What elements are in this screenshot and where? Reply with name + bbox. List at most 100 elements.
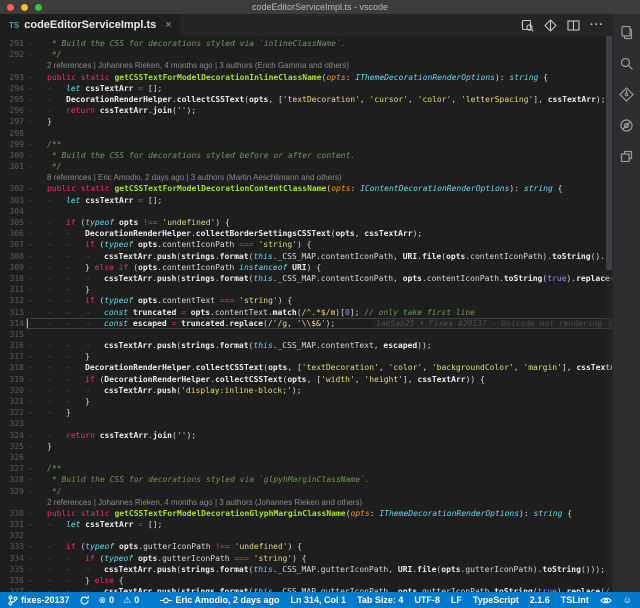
line-number[interactable]: 295 bbox=[0, 94, 24, 105]
line-number[interactable]: 303 bbox=[0, 195, 24, 206]
line-number[interactable]: 291 bbox=[0, 38, 24, 49]
code-line[interactable]: 308→→→→cssTextArr.push(strings.format(th… bbox=[0, 251, 612, 262]
line-number[interactable]: 334 bbox=[0, 553, 24, 564]
code-line[interactable]: 298 bbox=[0, 128, 612, 139]
line-number[interactable]: 316 bbox=[0, 340, 24, 351]
feedback-smiley[interactable]: ☺ bbox=[623, 595, 632, 605]
explorer-icon[interactable] bbox=[617, 22, 637, 42]
line-number[interactable] bbox=[0, 172, 24, 183]
line-number[interactable]: 322 bbox=[0, 407, 24, 418]
gitlens-blame-toggle[interactable] bbox=[600, 596, 612, 605]
tab-size-item[interactable]: Tab Size: 4 bbox=[357, 595, 403, 605]
code-line[interactable]: 305→→if (typeof opts !== 'undefined') { bbox=[0, 217, 612, 228]
eol-item[interactable]: LF bbox=[451, 595, 462, 605]
line-number[interactable]: 308 bbox=[0, 251, 24, 262]
close-window-button[interactable] bbox=[7, 4, 14, 11]
code-line[interactable]: 320→→→→cssTextArr.push('display:inline-b… bbox=[0, 385, 612, 396]
line-number[interactable] bbox=[0, 60, 24, 71]
split-editor-icon[interactable] bbox=[567, 19, 580, 32]
line-number[interactable]: 327 bbox=[0, 463, 24, 474]
code-line[interactable]: 303→→let cssTextArr = []; bbox=[0, 195, 612, 206]
debug-icon[interactable] bbox=[617, 115, 637, 135]
code-line[interactable]: 306→→→DecorationRenderHelper.collectBord… bbox=[0, 228, 612, 239]
line-number[interactable]: 331 bbox=[0, 519, 24, 530]
code-line[interactable]: 301→ */ bbox=[0, 161, 612, 172]
code-line[interactable]: 329→ */ bbox=[0, 486, 612, 497]
code-line[interactable]: 335→→→→cssTextArr.push(strings.format(th… bbox=[0, 564, 612, 575]
code-line[interactable]: 322→→} bbox=[0, 407, 612, 418]
codelens-row[interactable]: 2 references | Johannes Rieken, 4 months… bbox=[0, 60, 612, 71]
code-line[interactable]: 314→→→→const escaped = truncated.replace… bbox=[0, 318, 612, 329]
code-line[interactable]: 295→→DecorationRenderHelper.collectCSSTe… bbox=[0, 94, 612, 105]
language-item[interactable]: TypeScript bbox=[473, 595, 519, 605]
line-number[interactable]: 293 bbox=[0, 72, 24, 83]
code-line[interactable]: 326 bbox=[0, 452, 612, 463]
line-number[interactable]: 332 bbox=[0, 530, 24, 541]
codelens-text[interactable]: 2 references | Johannes Rieken, 4 months… bbox=[28, 60, 349, 71]
line-number[interactable]: 315 bbox=[0, 329, 24, 340]
code-line[interactable]: 299→/** bbox=[0, 139, 612, 150]
editor[interactable]: 291→ * Build the CSS for decorations sty… bbox=[0, 36, 612, 592]
code-line[interactable]: 330→public static getCSSTextForModelDeco… bbox=[0, 508, 612, 519]
open-preview-icon[interactable] bbox=[521, 19, 534, 32]
more-actions-icon[interactable]: ··· bbox=[590, 20, 604, 30]
line-number[interactable]: 296 bbox=[0, 105, 24, 116]
line-number[interactable]: 300 bbox=[0, 150, 24, 161]
code-line[interactable]: 300→ * Build the CSS for decorations sty… bbox=[0, 150, 612, 161]
tab-close-icon[interactable]: × bbox=[165, 19, 171, 31]
zoom-window-button[interactable] bbox=[35, 4, 42, 11]
encoding-item[interactable]: UTF-8 bbox=[414, 595, 440, 605]
code-line[interactable]: 297→} bbox=[0, 116, 612, 127]
line-number[interactable]: 310 bbox=[0, 273, 24, 284]
code-line[interactable]: 302→public static getCSSTextForModelDeco… bbox=[0, 183, 612, 194]
line-number[interactable]: 297 bbox=[0, 116, 24, 127]
code-line[interactable]: 323 bbox=[0, 418, 612, 429]
codelens-row[interactable]: 8 references | Eric Amodio, 2 days ago |… bbox=[0, 172, 612, 183]
codelens-text[interactable]: 2 references | Johannes Rieken, 4 months… bbox=[28, 497, 362, 508]
code-line[interactable]: 334→→→if (typeof opts.gutterIconPath ===… bbox=[0, 553, 612, 564]
tab-codeEditorServiceImpl[interactable]: TS codeEditorServiceImpl.ts × bbox=[0, 14, 181, 36]
line-number[interactable]: 294 bbox=[0, 83, 24, 94]
code-line[interactable]: 331→→let cssTextArr = []; bbox=[0, 519, 612, 530]
code-line[interactable]: 325→} bbox=[0, 441, 612, 452]
code-line[interactable]: 317→→→} bbox=[0, 351, 612, 362]
line-number[interactable]: 312 bbox=[0, 295, 24, 306]
code-line[interactable]: 315 bbox=[0, 329, 612, 340]
code-line[interactable]: 319→→→if (DecorationRenderHelper.collect… bbox=[0, 374, 612, 385]
line-number[interactable]: 328 bbox=[0, 474, 24, 485]
code-line[interactable]: 328→ * Build the CSS for decorations sty… bbox=[0, 474, 612, 485]
codelens-text[interactable]: 8 references | Eric Amodio, 2 days ago |… bbox=[28, 172, 342, 183]
line-number[interactable]: 333 bbox=[0, 541, 24, 552]
code-line[interactable]: 307→→→if (typeof opts.contentIconPath ==… bbox=[0, 239, 612, 250]
line-number[interactable]: 326 bbox=[0, 452, 24, 463]
code-line[interactable]: 336→→→} else { bbox=[0, 575, 612, 586]
source-control-icon[interactable] bbox=[617, 84, 637, 104]
line-number[interactable]: 318 bbox=[0, 362, 24, 373]
open-changes-icon[interactable] bbox=[544, 19, 557, 32]
line-number[interactable]: 320 bbox=[0, 385, 24, 396]
ts-version-item[interactable]: 2.1.6 bbox=[530, 595, 550, 605]
line-number[interactable]: 299 bbox=[0, 139, 24, 150]
code-line[interactable]: 293→public static getCSSTextForModelDeco… bbox=[0, 72, 612, 83]
line-number[interactable]: 329 bbox=[0, 486, 24, 497]
codelens-row[interactable]: 2 references | Johannes Rieken, 4 months… bbox=[0, 497, 612, 508]
warnings-item[interactable]: ⚠ 0 bbox=[123, 595, 139, 606]
line-number[interactable]: 298 bbox=[0, 128, 24, 139]
extensions-icon[interactable] bbox=[617, 146, 637, 166]
line-number[interactable]: 324 bbox=[0, 430, 24, 441]
code-line[interactable]: 292→ */ bbox=[0, 49, 612, 60]
code-line[interactable]: 294→→let cssTextArr = []; bbox=[0, 83, 612, 94]
sync-button[interactable] bbox=[79, 595, 90, 606]
git-branch-item[interactable]: fixes-20137 bbox=[8, 595, 70, 606]
line-number[interactable]: 306 bbox=[0, 228, 24, 239]
code-line[interactable]: 311→→→} bbox=[0, 284, 612, 295]
code-line[interactable]: 327→/** bbox=[0, 463, 612, 474]
code-line[interactable]: 318→→→DecorationRenderHelper.collectCSST… bbox=[0, 362, 612, 373]
line-number[interactable]: 302 bbox=[0, 183, 24, 194]
line-number[interactable]: 292 bbox=[0, 49, 24, 60]
line-number[interactable]: 314 bbox=[0, 318, 24, 329]
code-line[interactable]: 310→→→→cssTextArr.push(strings.format(th… bbox=[0, 273, 612, 284]
code-line[interactable]: 309→→→} else if (opts.contentIconPath in… bbox=[0, 262, 612, 273]
code-line[interactable]: 321→→→} bbox=[0, 396, 612, 407]
code-line[interactable]: 333→→if (typeof opts.gutterIconPath !== … bbox=[0, 541, 612, 552]
